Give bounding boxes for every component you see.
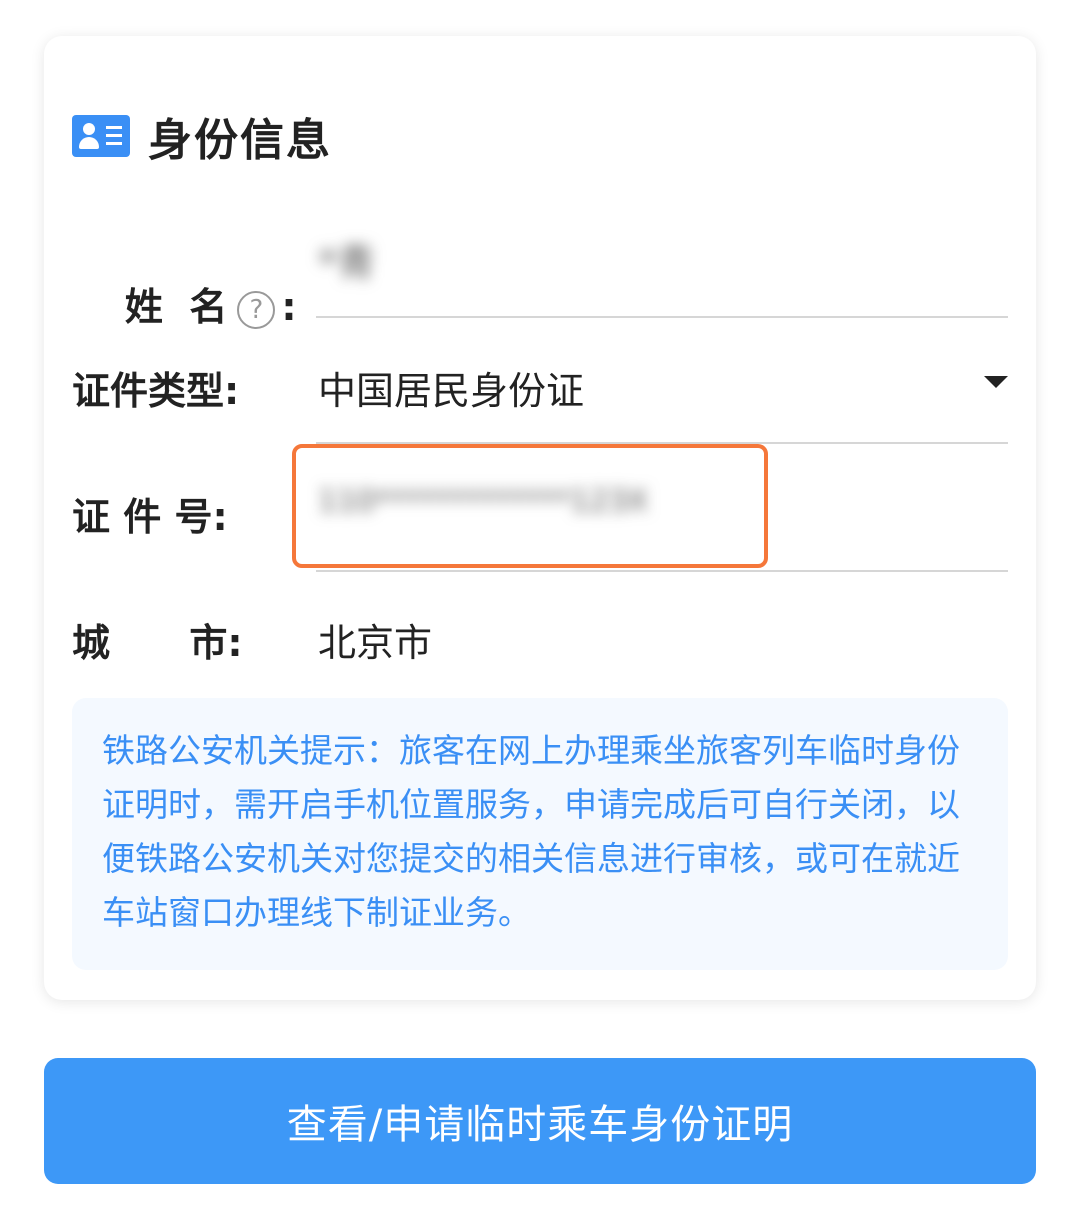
notice-text: 铁路公安机关提示：旅客在网上办理乘坐旅客列车临时身份证明时，需开启手机位置服务，…: [102, 731, 960, 932]
card-header: 身份信息: [72, 104, 332, 168]
apply-temporary-id-button[interactable]: 查看/申请临时乘车身份证明: [44, 1058, 1036, 1184]
card-title: 身份信息: [148, 115, 332, 166]
question-circle-icon[interactable]: ?: [237, 290, 276, 329]
id-type-select[interactable]: 中国居民身份证: [318, 360, 584, 415]
id-type-label: 证件类型:: [72, 369, 240, 413]
id-number-highlight: [292, 444, 768, 568]
name-colon: :: [281, 285, 297, 329]
name-label: 姓 名: [124, 285, 228, 329]
id-card-icon: [72, 115, 130, 157]
city-value[interactable]: 北京市: [318, 612, 432, 667]
name-label-group: 姓 名?:: [72, 232, 297, 375]
name-value[interactable]: *青: [318, 232, 375, 287]
name-field-underline: [316, 316, 1008, 318]
city-label: 城 市:: [72, 621, 243, 665]
identity-info-card: 身份信息 姓 名?: *青 证件类型: 中国居民身份证 证 件 号: 110**…: [44, 36, 1036, 1000]
caret-down-icon[interactable]: [984, 376, 1008, 388]
id-number-label: 证 件 号:: [72, 495, 228, 539]
id-number-underline: [316, 570, 1008, 572]
railway-police-notice: 铁路公安机关提示：旅客在网上办理乘坐旅客列车临时身份证明时，需开启手机位置服务，…: [72, 698, 1008, 970]
